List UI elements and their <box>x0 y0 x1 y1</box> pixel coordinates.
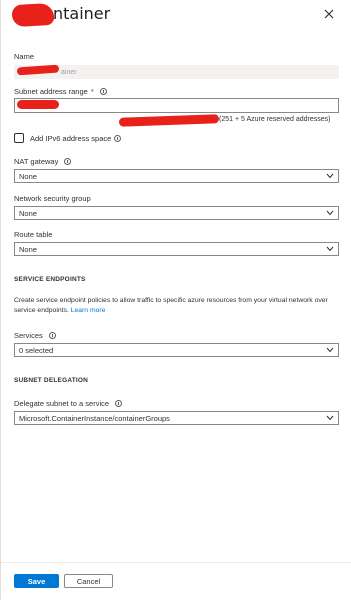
nat-gateway-label: NAT gateway <box>14 157 72 166</box>
cancel-button[interactable]: Cancel <box>64 574 113 588</box>
subnet-delegation-heading: SUBNET DELEGATION <box>14 377 89 384</box>
learn-more-link[interactable]: Learn more <box>71 307 106 314</box>
route-table-label: Route table <box>14 230 53 239</box>
subnet-edit-panel: ntainer Name ainer Subnet address range … <box>0 0 351 600</box>
services-label: Services <box>14 331 56 340</box>
info-icon[interactable] <box>114 134 122 142</box>
redacted-mark <box>17 100 59 109</box>
subnet-range-input[interactable] <box>14 98 339 113</box>
chevron-down-icon <box>326 347 334 353</box>
info-icon[interactable] <box>99 88 107 95</box>
service-endpoints-heading: SERVICE ENDPOINTS <box>14 276 86 283</box>
info-icon[interactable] <box>64 158 72 165</box>
chevron-down-icon <box>326 415 334 421</box>
address-note: (251 + 5 Azure reserved addresses) <box>219 116 331 123</box>
ipv6-row: Add IPv6 address space <box>14 133 122 143</box>
chevron-down-icon <box>326 246 334 252</box>
nsg-label: Network security group <box>14 194 91 203</box>
route-table-select[interactable]: None <box>14 242 339 256</box>
panel-header: ntainer <box>1 0 351 34</box>
name-label: Name <box>14 52 35 61</box>
panel-title: ntainer <box>53 4 111 23</box>
delegate-select[interactable]: Microsoft.ContainerInstance/containerGro… <box>14 411 339 425</box>
panel-footer: Save Cancel <box>1 562 351 600</box>
delegate-label: Delegate subnet to a service <box>14 399 123 408</box>
save-button[interactable]: Save <box>14 574 59 588</box>
required-marker: * <box>90 87 94 96</box>
subnet-range-label: Subnet address range * <box>14 87 107 96</box>
nat-gateway-select[interactable]: None <box>14 169 339 183</box>
redacted-mark <box>118 114 220 127</box>
info-icon[interactable] <box>115 400 123 407</box>
services-select[interactable]: 0 selected <box>14 343 339 357</box>
chevron-down-icon <box>326 210 334 216</box>
ipv6-label: Add IPv6 address space <box>30 134 122 143</box>
redacted-mark <box>11 2 55 28</box>
ipv6-checkbox[interactable] <box>14 133 24 143</box>
service-endpoints-description: Create service endpoint policies to allo… <box>14 297 328 314</box>
nsg-select[interactable]: None <box>14 206 339 220</box>
info-icon[interactable] <box>48 332 56 339</box>
chevron-down-icon <box>326 173 334 179</box>
close-icon <box>324 9 334 19</box>
close-button[interactable] <box>322 7 336 21</box>
name-field: ainer <box>14 65 339 79</box>
